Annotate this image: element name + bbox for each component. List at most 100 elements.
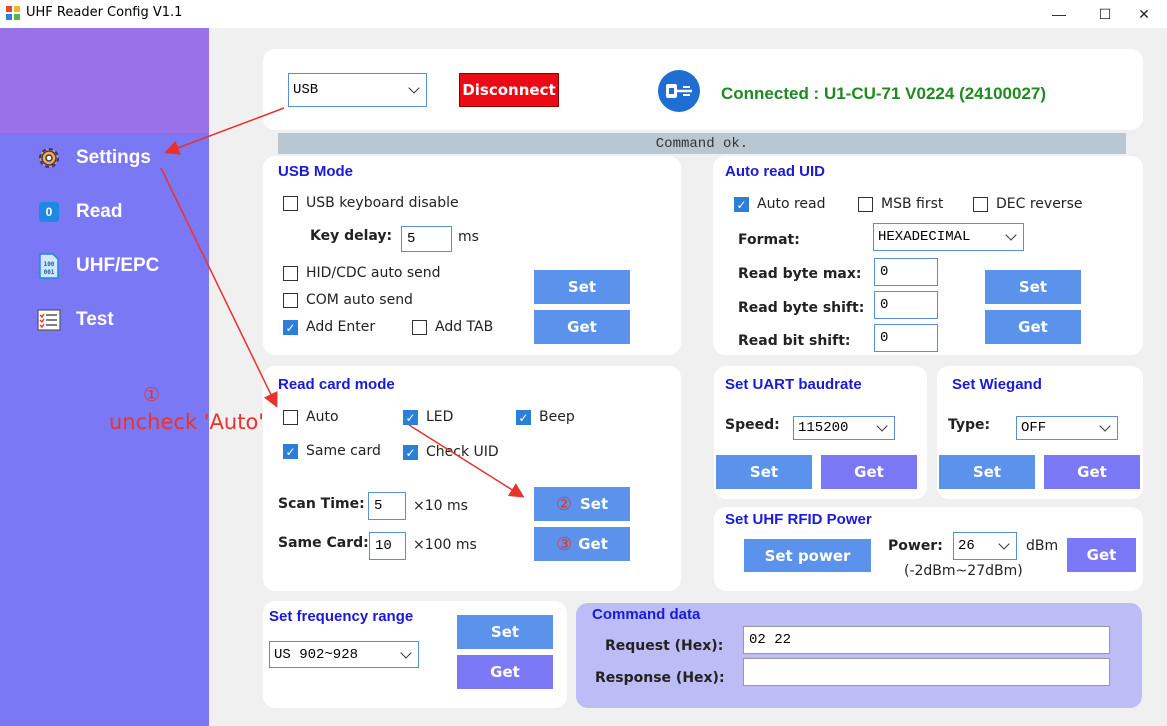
usb-mode-get-button[interactable]: Get xyxy=(534,310,630,344)
scan-time-label: Scan Time: xyxy=(278,496,365,512)
auto-label: Auto xyxy=(306,409,339,425)
close-button[interactable]: ✕ xyxy=(1121,0,1167,28)
add-enter-checkbox[interactable]: ✓ xyxy=(283,320,298,335)
power-select[interactable]: 26 xyxy=(953,532,1017,560)
chevron-down-icon xyxy=(408,82,420,94)
read-card-title: Read card mode xyxy=(278,376,395,393)
gear-icon xyxy=(36,145,62,171)
step-1-marker: ① xyxy=(143,385,161,406)
same-card-time-unit: ×100 ms xyxy=(413,537,477,553)
key-delay-unit: ms xyxy=(458,229,479,245)
chevron-down-icon xyxy=(1005,229,1017,241)
wiegand-title: Set Wiegand xyxy=(952,376,1042,393)
com-auto-send-label: COM auto send xyxy=(306,292,413,308)
check-uid-checkbox[interactable]: ✓ xyxy=(403,445,418,460)
binary-file-icon: 100 001 xyxy=(36,253,62,279)
auto-read-label: Auto read xyxy=(757,196,826,212)
app-icon xyxy=(6,6,20,20)
connection-status: Connected : U1-CU-71 V0224 (24100027) xyxy=(721,84,1047,103)
sidebar-item-test[interactable]: Test xyxy=(36,305,206,335)
power-title: Set UHF RFID Power xyxy=(725,511,872,528)
chevron-down-icon xyxy=(400,646,412,659)
status-bar: Command ok. xyxy=(278,133,1126,154)
read-card-get-button[interactable]: ③ Get xyxy=(534,527,630,561)
step-2-marker: ② xyxy=(555,493,572,515)
beep-checkbox[interactable]: ✓ xyxy=(516,410,531,425)
hid-cdc-auto-send-checkbox[interactable] xyxy=(283,266,298,281)
type-label: Type: xyxy=(948,417,991,433)
dec-reverse-checkbox[interactable] xyxy=(973,197,988,212)
sidebar-header xyxy=(0,28,209,133)
chevron-down-icon xyxy=(876,420,888,432)
scan-time-input[interactable]: 5 xyxy=(368,492,406,520)
plug-connected-icon xyxy=(658,70,700,112)
com-auto-send-checkbox[interactable] xyxy=(283,293,298,308)
beep-label: Beep xyxy=(539,409,575,425)
key-delay-input[interactable]: 5 xyxy=(401,226,452,252)
step-3-marker: ③ xyxy=(556,533,573,555)
uart-set-button[interactable]: Set xyxy=(716,455,812,489)
svg-text:001: 001 xyxy=(44,269,55,276)
usb-keyboard-disable-checkbox[interactable] xyxy=(283,196,298,211)
msb-first-checkbox[interactable] xyxy=(858,197,873,212)
port-select[interactable]: USB xyxy=(288,73,427,107)
read-byte-max-label: Read byte max: xyxy=(738,266,862,282)
same-card-time-input[interactable]: 10 xyxy=(369,532,406,560)
frequency-get-button[interactable]: Get xyxy=(457,655,553,689)
set-power-button[interactable]: Set power xyxy=(744,539,871,572)
frequency-title: Set frequency range xyxy=(269,608,414,625)
hid-cdc-auto-send-label: HID/CDC auto send xyxy=(306,265,441,281)
sidebar-item-label: Test xyxy=(76,309,114,330)
same-card-label: Same card xyxy=(306,443,381,459)
scan-time-unit: ×10 ms xyxy=(413,498,468,514)
power-get-button[interactable]: Get xyxy=(1067,538,1136,572)
sidebar-item-settings[interactable]: Settings xyxy=(36,143,206,173)
msb-first-label: MSB first xyxy=(881,196,944,212)
format-label: Format: xyxy=(738,232,800,248)
uart-get-button[interactable]: Get xyxy=(821,455,917,489)
auto-read-checkbox[interactable]: ✓ xyxy=(734,197,749,212)
dec-reverse-label: DEC reverse xyxy=(996,196,1083,212)
add-tab-label: Add TAB xyxy=(435,319,494,335)
key-delay-label: Key delay: xyxy=(310,228,393,244)
read-byte-shift-input[interactable]: 0 xyxy=(874,291,938,319)
read-byte-max-input[interactable]: 0 xyxy=(874,258,938,286)
request-label: Request (Hex): xyxy=(605,638,724,654)
wiegand-type-select[interactable]: OFF xyxy=(1016,416,1118,440)
chevron-down-icon xyxy=(998,538,1010,550)
auto-read-set-button[interactable]: Set xyxy=(985,270,1081,304)
frequency-set-button[interactable]: Set xyxy=(457,615,553,649)
sidebar-item-read[interactable]: 0 Read xyxy=(36,197,206,227)
auto-read-get-button[interactable]: Get xyxy=(985,310,1081,344)
power-label: Power: xyxy=(888,538,943,554)
read-bit-shift-input[interactable]: 0 xyxy=(874,324,938,352)
sidebar-item-uhf-epc[interactable]: 100 001 UHF/EPC xyxy=(36,251,206,281)
format-select[interactable]: HEXADECIMAL xyxy=(873,223,1024,251)
auto-checkbox[interactable] xyxy=(283,410,298,425)
frequency-select[interactable]: US 902~928 xyxy=(269,641,419,668)
minimize-button[interactable]: — xyxy=(1036,0,1082,28)
wiegand-get-button[interactable]: Get xyxy=(1044,455,1140,489)
same-card-checkbox[interactable]: ✓ xyxy=(283,444,298,459)
response-label: Response (Hex): xyxy=(595,670,725,686)
led-checkbox[interactable]: ✓ xyxy=(403,410,418,425)
uart-title: Set UART baudrate xyxy=(725,376,862,393)
same-card-time-label: Same Card: xyxy=(278,535,369,551)
speed-select[interactable]: 115200 xyxy=(793,416,895,440)
response-input[interactable] xyxy=(743,658,1110,686)
sidebar-item-label: Read xyxy=(76,201,123,222)
wiegand-set-button[interactable]: Set xyxy=(939,455,1035,489)
auto-read-title: Auto read UID xyxy=(725,163,826,180)
command-title: Command data xyxy=(592,606,701,623)
add-tab-checkbox[interactable] xyxy=(412,320,427,335)
sidebar-item-label: UHF/EPC xyxy=(76,255,160,276)
read-card-set-button[interactable]: ② Set xyxy=(534,487,630,521)
usb-mode-set-button[interactable]: Set xyxy=(534,270,630,304)
speed-label: Speed: xyxy=(725,417,780,433)
led-label: LED xyxy=(426,409,454,425)
power-range: (-2dBm~27dBm) xyxy=(904,563,1023,579)
usb-mode-title: USB Mode xyxy=(278,163,353,180)
request-input[interactable]: 02 22 xyxy=(743,626,1110,654)
disconnect-button[interactable]: Disconnect xyxy=(459,73,559,107)
step-1-note: uncheck 'Auto' xyxy=(109,410,265,434)
